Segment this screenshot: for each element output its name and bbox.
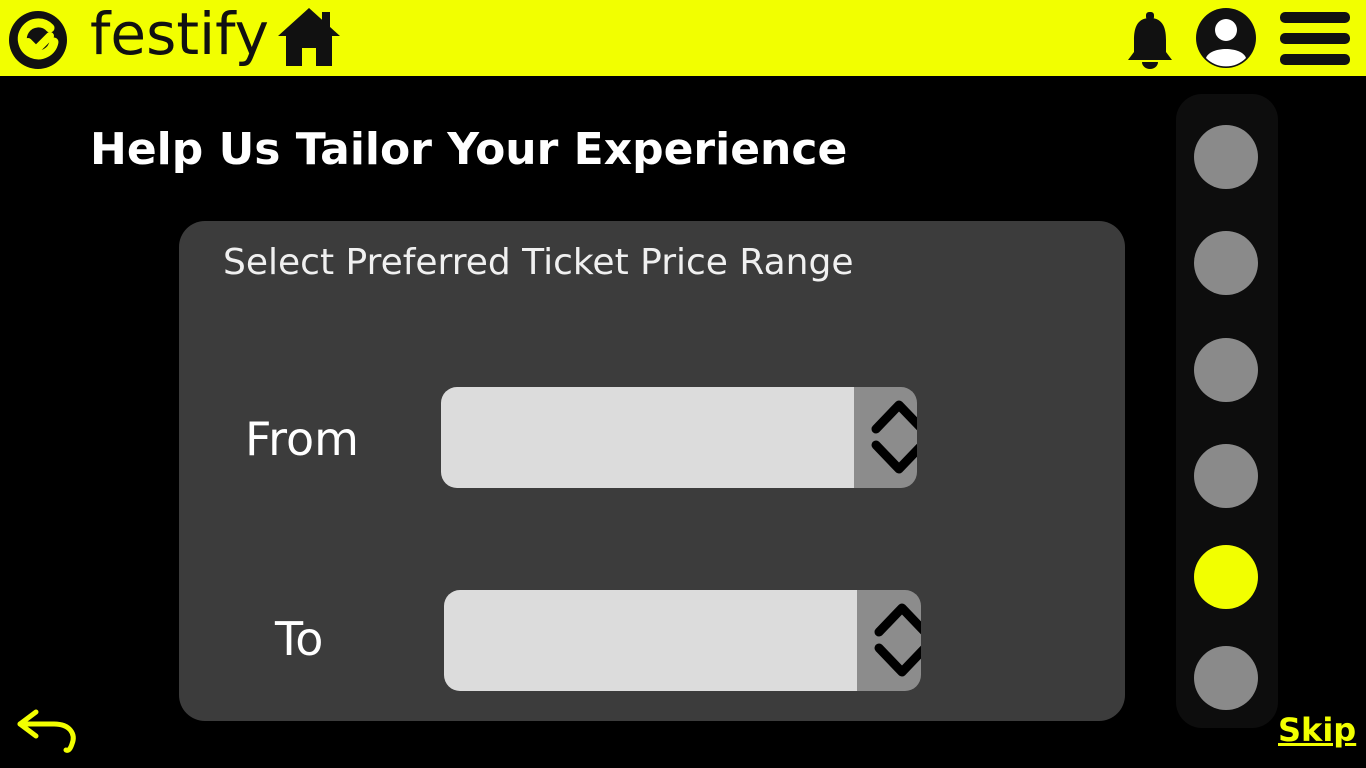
home-icon[interactable] xyxy=(276,4,342,68)
to-price-stepper xyxy=(444,590,921,691)
progress-steps xyxy=(1176,94,1278,728)
step-dot-2[interactable] xyxy=(1194,231,1258,295)
logo-icon xyxy=(9,11,67,69)
from-label: From xyxy=(245,412,359,466)
price-range-card: Select Preferred Ticket Price Range From… xyxy=(179,221,1125,721)
chevron-up-down-icon xyxy=(874,603,921,677)
top-bar: festify xyxy=(0,0,1366,76)
brand-name: festify xyxy=(90,0,269,68)
step-dot-5[interactable] xyxy=(1194,545,1258,609)
step-dot-4[interactable] xyxy=(1194,444,1258,508)
from-price-spinner[interactable] xyxy=(854,387,917,488)
user-icon[interactable] xyxy=(1192,6,1260,70)
back-arrow-icon[interactable] xyxy=(14,704,80,756)
step-dot-6[interactable] xyxy=(1194,646,1258,710)
to-price-spinner[interactable] xyxy=(857,590,921,691)
to-price-input[interactable] xyxy=(444,590,857,691)
skip-link[interactable]: Skip xyxy=(1278,708,1356,752)
step-dot-1[interactable] xyxy=(1194,125,1258,189)
bell-icon[interactable] xyxy=(1124,10,1176,70)
menu-icon[interactable] xyxy=(1278,10,1352,68)
chevron-up-down-icon xyxy=(871,400,917,474)
step-dot-3[interactable] xyxy=(1194,338,1258,402)
page-title: Help Us Tailor Your Experience xyxy=(90,124,848,175)
from-price-stepper xyxy=(441,387,917,488)
to-label: To xyxy=(275,612,324,666)
from-price-input[interactable] xyxy=(441,387,854,488)
price-range-heading: Select Preferred Ticket Price Range xyxy=(223,242,854,283)
